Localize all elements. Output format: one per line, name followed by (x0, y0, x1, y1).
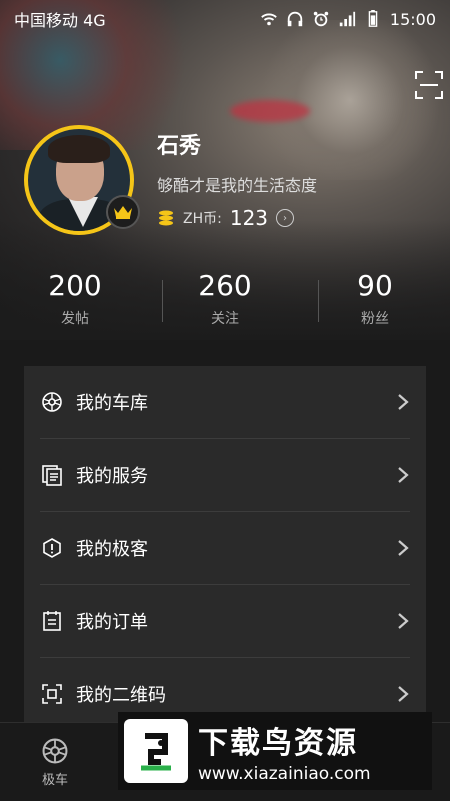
scan-icon[interactable] (414, 70, 444, 100)
watermark-logo-icon (124, 719, 188, 783)
tab-label: 极车 (41, 773, 68, 788)
chevron-right-icon (398, 467, 409, 483)
user-name: 石秀 (157, 134, 202, 159)
hexagon-info-icon (40, 536, 64, 560)
qr-code-icon (40, 682, 64, 706)
menu-item-orders[interactable]: 我的订单 (40, 585, 410, 657)
menu-item-services[interactable]: 我的服务 (40, 439, 410, 511)
menu-item-label: 我的订单 (76, 612, 148, 633)
tab-cars[interactable]: 极车 (30, 737, 80, 788)
stat-following[interactable]: 260 关注 (150, 268, 300, 338)
menu-item-label: 我的服务 (76, 466, 148, 487)
stat-posts-label: 发帖 (61, 311, 89, 327)
crown-badge-icon (106, 195, 140, 229)
wheel-icon (42, 738, 68, 764)
chevron-right-icon (398, 540, 409, 556)
menu-card: 我的车库 我的服务 我的极客 我的订单 我的二维码 (24, 366, 426, 746)
stat-following-value: 260 (198, 269, 252, 302)
stat-divider (162, 280, 163, 322)
chevron-right-icon (398, 394, 409, 410)
watermark-banner: 下载鸟资源 www.xiazainiao.com (118, 712, 432, 790)
status-bar: 中国移动 4G 15:00 (0, 0, 450, 38)
battery-icon (368, 10, 378, 27)
watermark-title: 下载鸟资源 (198, 726, 358, 761)
stat-followers-value: 90 (357, 269, 393, 302)
stat-posts-value: 200 (48, 269, 102, 302)
menu-item-garage[interactable]: 我的车库 (40, 366, 410, 438)
wheel-icon (40, 390, 64, 414)
menu-item-label: 我的极客 (76, 539, 148, 560)
carrier-label: 中国移动 4G (14, 11, 106, 30)
chevron-right-icon (398, 613, 409, 629)
list-icon (40, 609, 64, 633)
coin-stack-icon (159, 210, 173, 226)
stat-followers[interactable]: 90 粉丝 (300, 268, 450, 338)
stat-posts[interactable]: 200 发帖 (0, 268, 150, 338)
menu-item-geek[interactable]: 我的极客 (40, 512, 410, 584)
coin-value: 123 (229, 206, 269, 230)
wifi-icon (261, 13, 277, 26)
chevron-right-circle-icon[interactable]: › (276, 209, 295, 227)
stat-followers-label: 粉丝 (361, 311, 389, 327)
chevron-right-icon (398, 686, 409, 702)
menu-item-label: 我的二维码 (76, 685, 166, 706)
menu-item-label: 我的车库 (76, 393, 148, 414)
alarm-icon (313, 11, 329, 27)
coin-label: ZH币: (183, 211, 222, 227)
document-icon (40, 463, 64, 487)
coin-balance[interactable]: ZH币: 123 › (157, 206, 295, 230)
stat-following-label: 关注 (211, 311, 239, 327)
headphones-icon (287, 11, 303, 27)
signal-icon (339, 11, 355, 27)
clock-label: 15:00 (389, 9, 436, 29)
stat-divider (318, 280, 319, 322)
watermark-url: www.xiazainiao.com (198, 764, 371, 784)
stats-row: 200 发帖 260 关注 90 粉丝 (0, 268, 450, 338)
user-motto: 够酷才是我的生活态度 (157, 176, 318, 195)
